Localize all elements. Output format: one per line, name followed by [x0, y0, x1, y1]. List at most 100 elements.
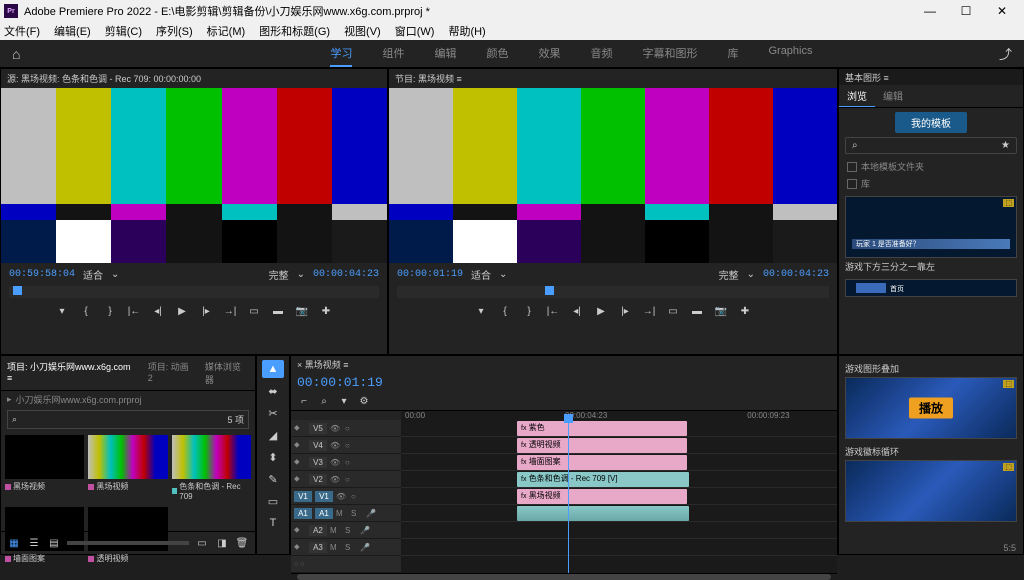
program-fit-dropdown[interactable]: 适合 [471, 267, 491, 282]
mic-icon[interactable]: 🎤 [366, 509, 378, 518]
track-label[interactable]: A2 [309, 525, 327, 536]
eg-search[interactable]: ⌕ ★ [845, 137, 1017, 154]
playhead[interactable] [568, 420, 569, 573]
clip[interactable]: fx 透明视频 [517, 438, 687, 453]
tab-captions[interactable]: 字幕和图形 [642, 41, 697, 67]
source-viewport[interactable] [1, 88, 387, 263]
menu-marker[interactable]: 标记(M) [207, 23, 246, 39]
export-frame-icon[interactable]: 📷 [295, 304, 309, 318]
settings-icon[interactable]: ✚ [319, 304, 333, 318]
tab-library[interactable]: 库 [727, 41, 738, 67]
snap-icon[interactable]: ⌐ [297, 394, 311, 408]
prog-extract-icon[interactable]: ▬ [690, 304, 704, 318]
prog-play-icon[interactable]: ▶ [594, 304, 608, 318]
prog-step-back-icon[interactable]: ◂| [570, 304, 584, 318]
source-tc-left[interactable]: 00:59:58:04 [9, 269, 75, 280]
eye-icon[interactable]: 👁 [330, 424, 342, 433]
project-item[interactable]: 色条和色调 - Rec 709 [172, 435, 251, 503]
menu-clip[interactable]: 剪辑(C) [105, 23, 142, 39]
prog-go-out-icon[interactable]: →| [642, 304, 656, 318]
settings-icon[interactable]: ⚙ [357, 394, 371, 408]
prog-lift-icon[interactable]: ▭ [666, 304, 680, 318]
eg-tab-edit[interactable]: 编辑 [875, 85, 911, 107]
source-ruler[interactable] [9, 286, 379, 298]
timeline-tracks[interactable]: fx 紫色 fx 透明视频 fx 墙面图案 fx 色条和色调 - Rec 709… [401, 420, 837, 573]
prog-mark-in-icon[interactable]: { [498, 304, 512, 318]
prog-step-fwd-icon[interactable]: |▸ [618, 304, 632, 318]
template-item[interactable]: 首页 [845, 279, 1017, 297]
new-bin-icon[interactable]: ▭ [195, 536, 209, 550]
razor-tool-icon[interactable]: ◢ [262, 426, 284, 444]
pen-tool-icon[interactable]: ✎ [262, 470, 284, 488]
prog-mark-out-icon[interactable]: } [522, 304, 536, 318]
project-tab[interactable]: 项目: 小刀娱乐网www.x6g.com ≡ [1, 358, 142, 388]
new-item-icon[interactable]: ◨ [215, 536, 229, 550]
menu-window[interactable]: 窗口(W) [395, 23, 435, 39]
slip-tool-icon[interactable]: ⬍ [262, 448, 284, 466]
selection-tool-icon[interactable]: ▲ [262, 360, 284, 378]
overwrite-icon[interactable]: ▬ [271, 304, 285, 318]
track-label[interactable]: V4 [309, 440, 327, 451]
source-patch[interactable]: A1 [294, 508, 312, 519]
menu-file[interactable]: 文件(F) [4, 23, 40, 39]
program-tc-left[interactable]: 00:00:01:19 [397, 269, 463, 280]
mark-in-icon[interactable]: { [79, 304, 93, 318]
maximize-button[interactable]: ☐ [948, 0, 984, 22]
program-ruler[interactable] [397, 286, 829, 298]
ripple-tool-icon[interactable]: ✂ [262, 404, 284, 422]
star-icon[interactable]: ★ [1001, 140, 1010, 151]
timeline-tc[interactable]: 00:00:01:19 [291, 373, 837, 392]
library-checkbox[interactable] [847, 179, 857, 189]
tab-effects[interactable]: 效果 [538, 41, 560, 67]
prog-settings-icon[interactable]: ✚ [738, 304, 752, 318]
source-fit-dropdown[interactable]: 适合 [83, 267, 103, 282]
project-tab-2[interactable]: 项目: 动画2 [142, 358, 199, 388]
clip[interactable] [517, 506, 689, 521]
go-out-icon[interactable]: →| [223, 304, 237, 318]
track-select-tool-icon[interactable]: ⬌ [262, 382, 284, 400]
step-back-icon[interactable]: ◂| [151, 304, 165, 318]
minimize-button[interactable]: — [912, 0, 948, 22]
template-item[interactable]: 游戏图形叠加 ⬚ 播放 [845, 360, 1017, 439]
project-item[interactable]: 黑场视频 [88, 435, 167, 503]
add-marker-icon[interactable]: ▾ [55, 304, 69, 318]
track-label[interactable]: V3 [309, 457, 327, 468]
marker-icon[interactable]: ▾ [337, 394, 351, 408]
home-icon[interactable]: ⌂ [12, 46, 20, 62]
tab-edit[interactable]: 编辑 [434, 41, 456, 67]
media-browser-tab[interactable]: 媒体浏览器 [199, 358, 255, 388]
close-button[interactable]: ✕ [984, 0, 1020, 22]
menu-help[interactable]: 帮助(H) [448, 23, 485, 39]
track-label[interactable]: V2 [309, 474, 327, 485]
timeline-ruler[interactable]: 00:00 00:00:04:23 00:00:09:23 [401, 411, 837, 420]
track-toggle-icon[interactable]: ⬥ [294, 423, 306, 433]
list-view-icon[interactable]: ▦ [7, 536, 21, 550]
my-templates-button[interactable]: 我的模板 [895, 112, 967, 133]
tab-graphics[interactable]: Graphics [768, 41, 812, 67]
eg-search-input[interactable] [864, 141, 995, 151]
lock-icon[interactable]: ○ [345, 424, 357, 433]
clip[interactable]: fx 墙面图案 [517, 455, 687, 470]
track-label[interactable]: A3 [309, 542, 327, 553]
type-tool-icon[interactable]: T [262, 514, 284, 532]
track-label[interactable]: A1 [315, 508, 333, 519]
menu-edit[interactable]: 编辑(E) [54, 23, 91, 39]
timeline-title[interactable]: × 黑场视频 ≡ [291, 356, 837, 373]
program-viewport[interactable] [389, 88, 837, 263]
prog-export-frame-icon[interactable]: 📷 [714, 304, 728, 318]
track-label[interactable]: V1 [315, 491, 333, 502]
prog-go-in-icon[interactable]: |← [546, 304, 560, 318]
eg-tab-browse[interactable]: 浏览 [839, 85, 875, 107]
source-full-dropdown[interactable]: 完整 [269, 267, 289, 282]
menu-graphics[interactable]: 图形和标题(G) [259, 23, 330, 39]
local-folder-checkbox[interactable] [847, 162, 857, 172]
trash-icon[interactable]: 🗑 [235, 536, 249, 550]
clip[interactable]: fx 黑场视频 [517, 489, 687, 504]
menu-view[interactable]: 视图(V) [344, 23, 381, 39]
menu-sequence[interactable]: 序列(S) [156, 23, 193, 39]
tab-audio[interactable]: 音频 [590, 41, 612, 67]
hand-tool-icon[interactable]: ▭ [262, 492, 284, 510]
timeline-zoom-scrollbar[interactable] [297, 574, 831, 580]
step-fwd-icon[interactable]: |▸ [199, 304, 213, 318]
freeform-icon[interactable]: ▤ [47, 536, 61, 550]
